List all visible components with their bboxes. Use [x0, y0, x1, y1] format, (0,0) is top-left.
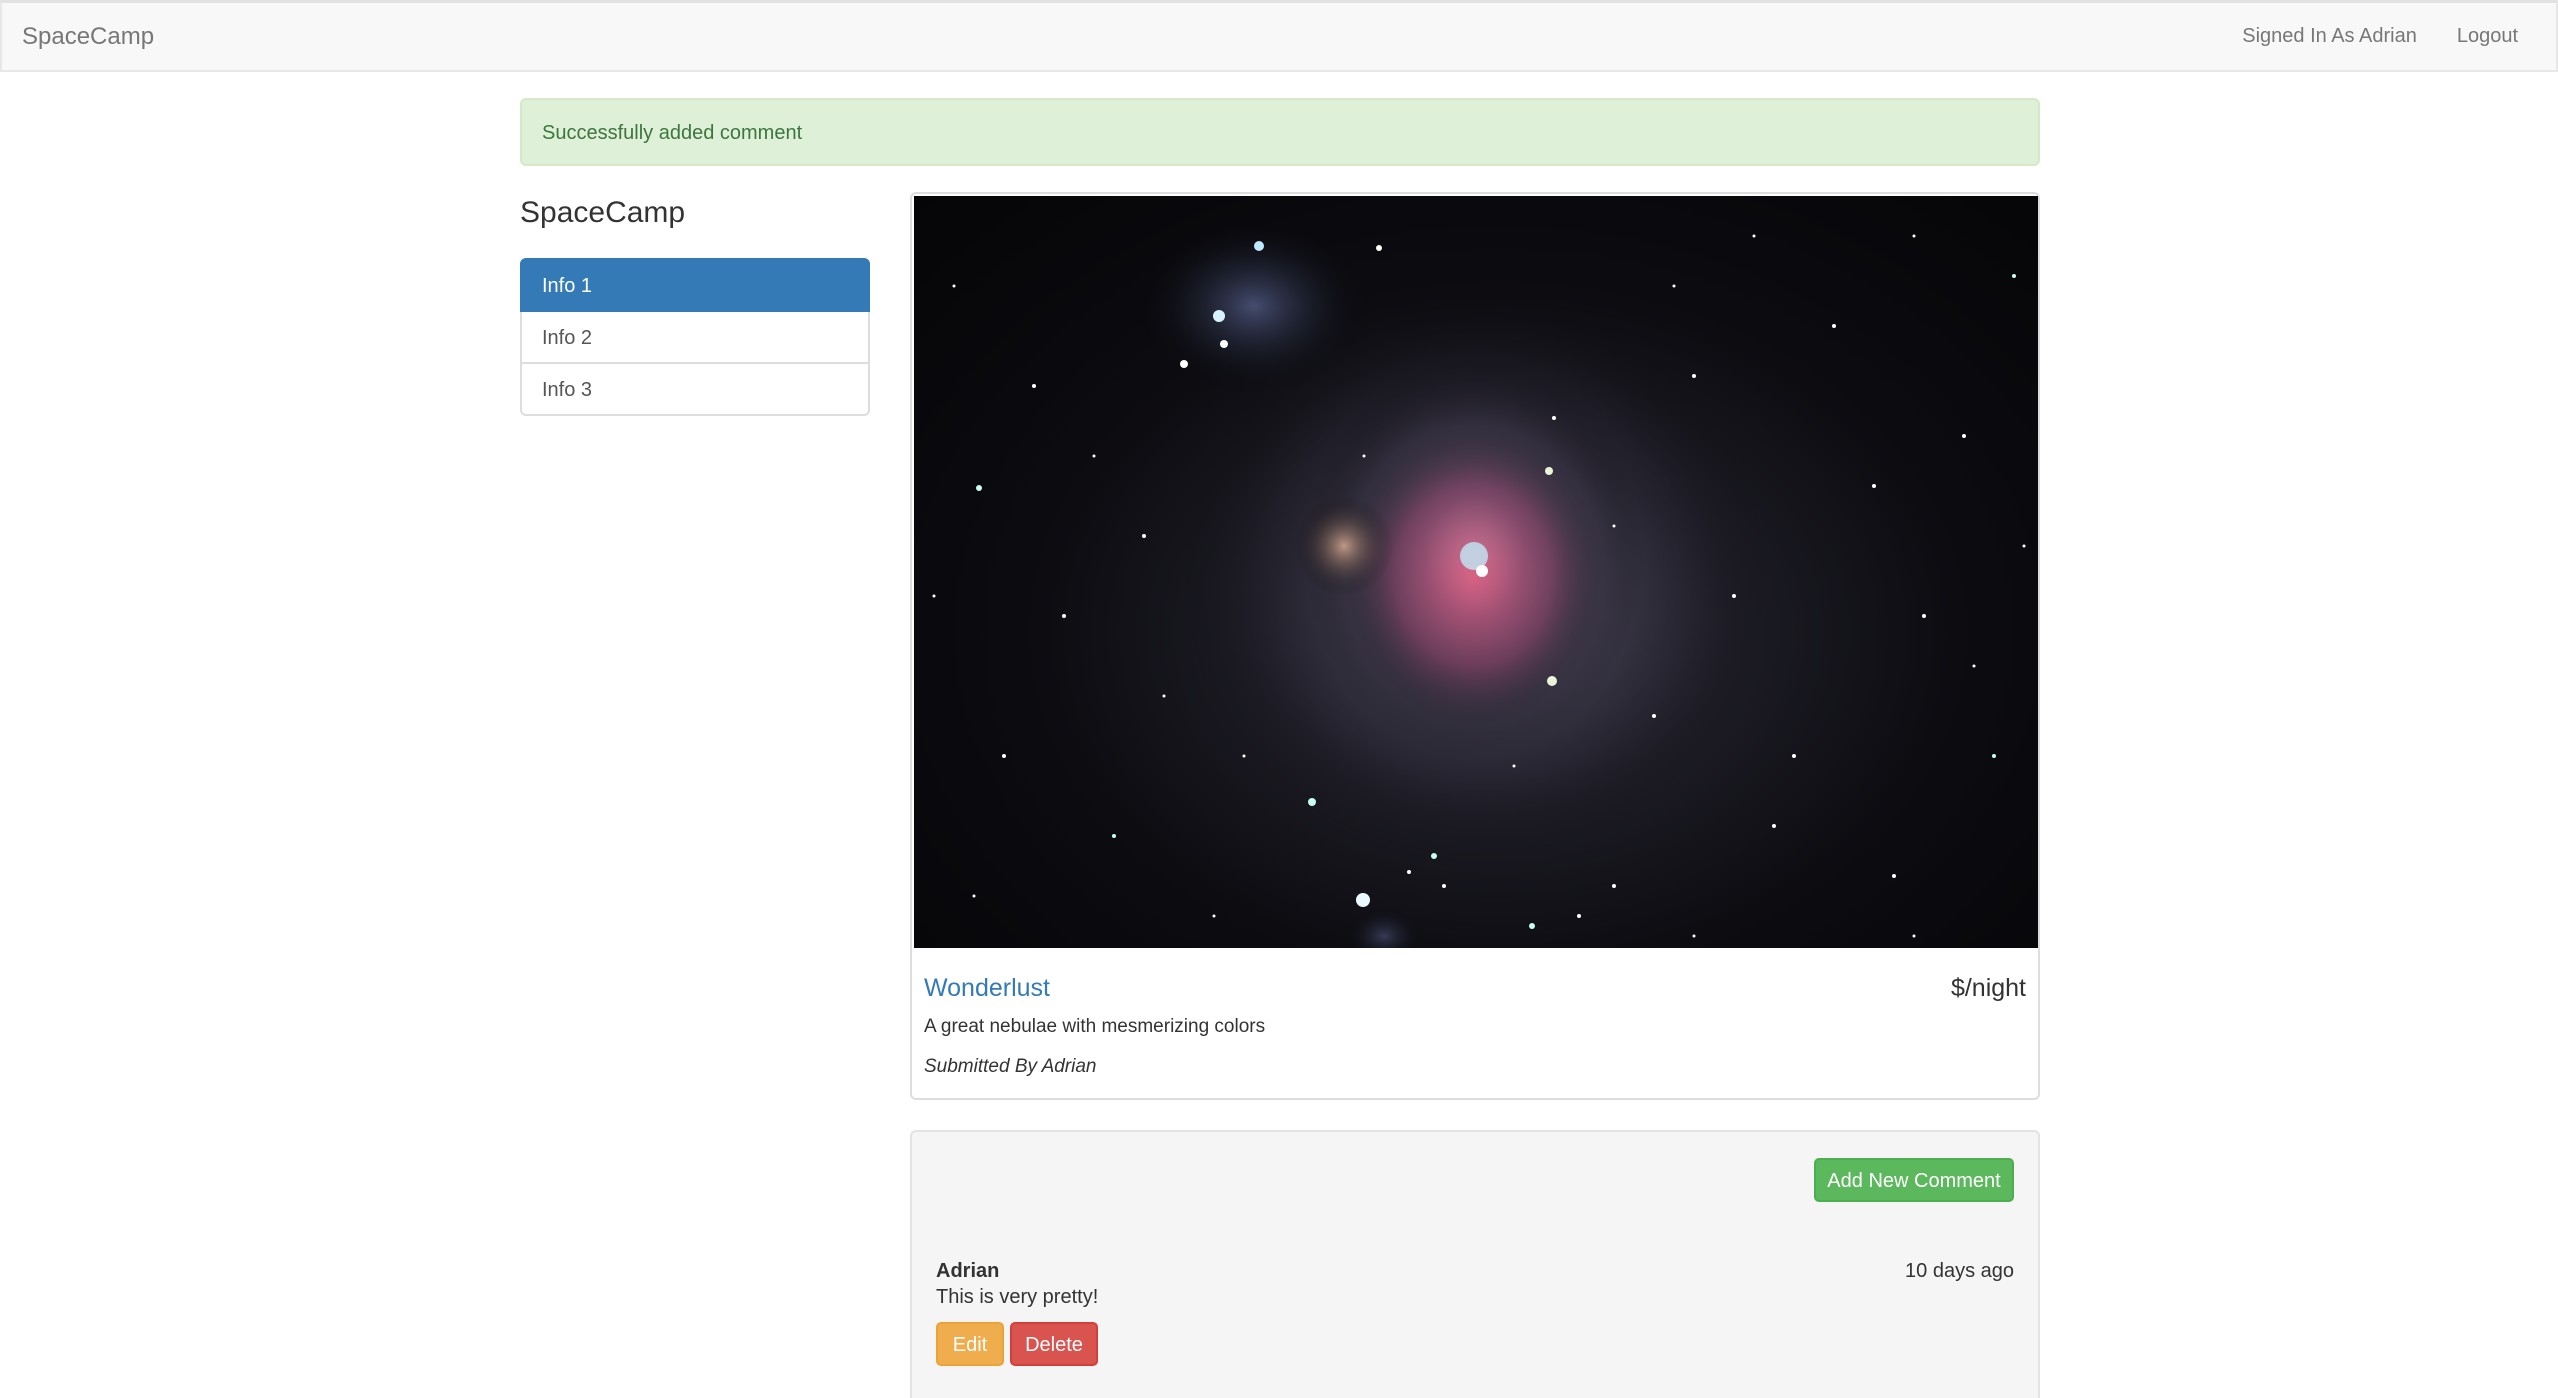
comment-author: Adrian [936, 1260, 1000, 1282]
nebula-image [932, 216, 2026, 948]
logout-link[interactable]: Logout [2437, 25, 2556, 48]
success-alert: Successfully added comment [520, 98, 2040, 166]
signed-in-link[interactable]: Signed In As Adrian [2222, 25, 2437, 48]
add-new-comment-button[interactable]: Add New Comment [1814, 1158, 2014, 1202]
sidebar-title: SpaceCamp [520, 196, 686, 229]
sidebar-list: Info 1 Info 2 Info 3 [520, 258, 870, 416]
brand-link[interactable]: SpaceCamp [22, 23, 154, 51]
campground-card: Wonderlust $/night A great nebulae with … [910, 192, 2040, 1100]
navbar-right: Signed In As Adrian Logout [2222, 3, 2556, 70]
sidebar-item-info-1[interactable]: Info 1 [520, 258, 870, 312]
edit-comment-button[interactable]: Edit [936, 1322, 1004, 1366]
campground-name-link[interactable]: Wonderlust [924, 974, 1050, 1003]
campground-image [914, 196, 2038, 948]
navbar: SpaceCamp Signed In As Adrian Logout [0, 0, 2558, 72]
campground-description: A great nebulae with mesmerizing colors [924, 1016, 1266, 1037]
sidebar-item-info-3[interactable]: Info 3 [520, 362, 870, 416]
sidebar-item-info-2[interactable]: Info 2 [520, 310, 870, 364]
delete-comment-button[interactable]: Delete [1010, 1322, 1098, 1366]
comment-timestamp: 10 days ago [1905, 1260, 2014, 1282]
campground-price: $/night [1950, 974, 2026, 1002]
comment-text: This is very pretty! [936, 1286, 1099, 1308]
comments-section: Add New Comment Adrian 10 days ago This … [910, 1130, 2040, 1398]
submitted-by: Submitted By Adrian [924, 1056, 1097, 1077]
